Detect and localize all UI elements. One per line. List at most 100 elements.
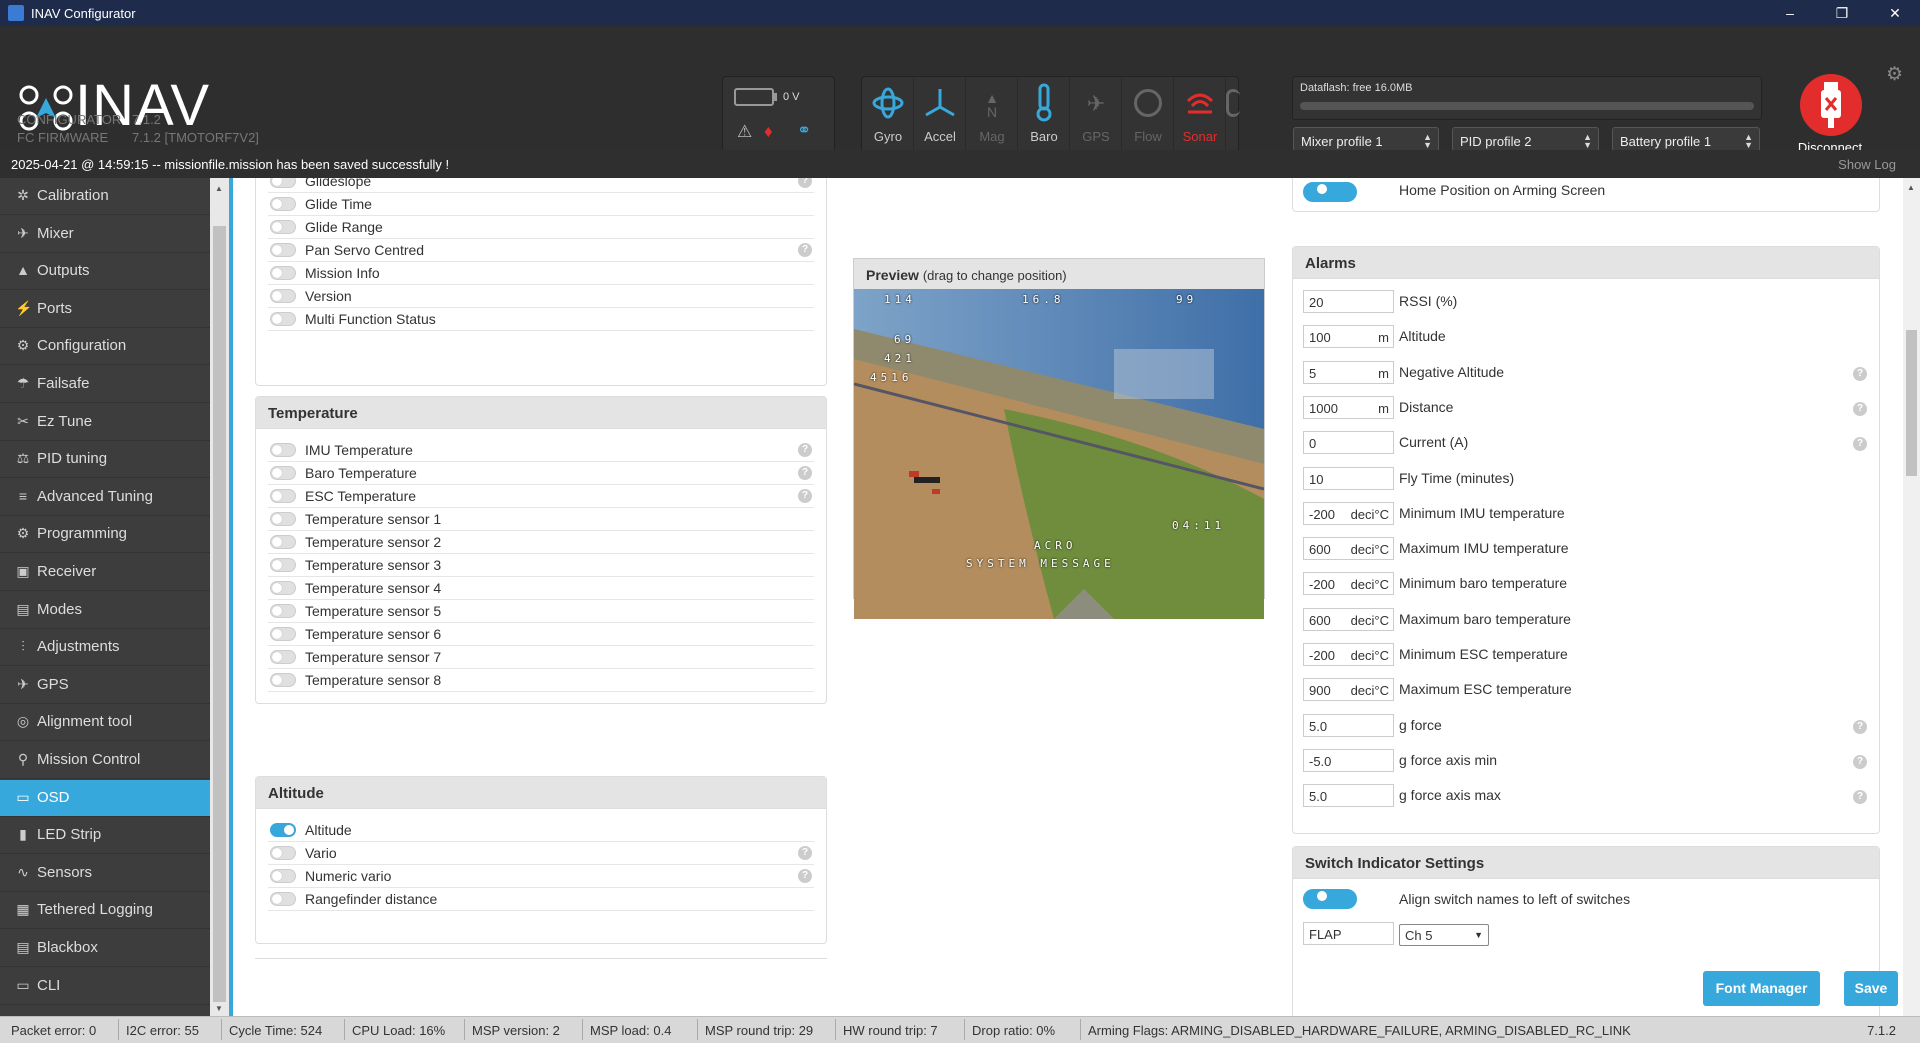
sidebar-item-label: Tethered Logging xyxy=(37,901,153,919)
sidebar-item-led-strip[interactable]: ▮ LED Strip xyxy=(0,817,210,855)
sidebar-item-mixer[interactable]: ✈ Mixer xyxy=(0,216,210,253)
content-scroll-thumb[interactable] xyxy=(1906,330,1917,476)
sidebar-item-calibration[interactable]: ✲ Calibration xyxy=(0,178,210,215)
help-icon[interactable]: ? xyxy=(798,869,812,883)
osd-element-toggle[interactable] xyxy=(270,892,296,906)
alarm-value-input[interactable]: 10 xyxy=(1303,466,1394,490)
osd-element-toggle[interactable] xyxy=(270,466,296,480)
sidebar-item-gps[interactable]: ✈ GPS xyxy=(0,667,210,704)
osd-preview[interactable]: Preview (drag to change position) 114 16… xyxy=(853,258,1265,619)
osd-element-toggle[interactable] xyxy=(270,558,296,572)
osd-preview-image[interactable]: 114 16.8 99 69 421 4516 04:11 ACRO SYSTE… xyxy=(854,289,1264,619)
osd-element-toggle[interactable] xyxy=(270,289,296,303)
alarm-value-input[interactable]: 5m xyxy=(1303,360,1394,384)
osd-element-toggle[interactable] xyxy=(270,869,296,883)
sidebar-item-outputs[interactable]: ▲ Outputs xyxy=(0,253,210,291)
osd-element-toggle[interactable] xyxy=(270,489,296,503)
osd-element-toggle[interactable] xyxy=(270,178,296,188)
osd-element-toggle[interactable] xyxy=(270,512,296,526)
alarm-value-input[interactable]: -200 deci°C xyxy=(1303,643,1394,666)
content-scrollbar[interactable]: ▲ xyxy=(1903,178,1920,1016)
close-button[interactable]: ✕ xyxy=(1880,2,1910,24)
osd-element-toggle[interactable] xyxy=(270,846,296,860)
font-manager-button[interactable]: Font Manager xyxy=(1703,971,1820,1006)
osd-element-toggle[interactable] xyxy=(270,220,296,234)
osd-element-toggle[interactable] xyxy=(270,535,296,549)
help-icon[interactable]: ? xyxy=(798,443,812,457)
home-position-toggle[interactable] xyxy=(1303,182,1357,202)
sidebar-item-label: Receiver xyxy=(37,563,97,580)
log-bar: 2025-04-21 @ 14:59:15 -- missionfile.mis… xyxy=(0,150,1920,178)
sidebar-scroll-thumb[interactable] xyxy=(213,226,226,1002)
sidebar-item-osd[interactable]: ▭ OSD xyxy=(0,779,210,817)
osd-element-toggle[interactable] xyxy=(270,243,296,257)
osd-element-toggle[interactable] xyxy=(270,627,296,641)
alarm-value-input[interactable]: 600 deci°C xyxy=(1303,537,1394,561)
sidebar-item-receiver[interactable]: ▣ Receiver xyxy=(0,554,210,591)
sidebar-item-tethered-logging[interactable]: ▦ Tethered Logging xyxy=(0,892,210,930)
sidebar-item-modes[interactable]: ▤ Modes xyxy=(0,592,210,629)
help-icon[interactable]: ? xyxy=(798,466,812,480)
alarm-value-input[interactable]: -5.0 xyxy=(1303,748,1394,772)
save-button[interactable]: Save xyxy=(1844,971,1898,1006)
help-icon[interactable]: ? xyxy=(798,243,812,257)
osd-element-toggle[interactable] xyxy=(270,604,296,618)
osd-element-toggle[interactable] xyxy=(270,673,296,687)
sidebar-item-ez-tune[interactable]: ✂ Ez Tune xyxy=(0,404,210,441)
maximize-button[interactable]: ❐ xyxy=(1827,2,1857,24)
switch-channel-select[interactable]: Ch 5 ▼ xyxy=(1399,924,1489,946)
help-icon[interactable]: ? xyxy=(798,178,812,188)
sidebar-item-failsafe[interactable]: ☂ Failsafe xyxy=(0,366,210,403)
alarm-value-input[interactable]: 20 xyxy=(1303,290,1394,313)
alarm-label: Minimum baro temperature xyxy=(1399,575,1568,592)
sidebar-item-alignment-tool[interactable]: ◎ Alignment tool xyxy=(0,704,210,742)
alarm-value-input[interactable]: 900 deci°C xyxy=(1303,678,1394,702)
alarm-row: 5.0 g force? xyxy=(1303,709,1869,744)
alarm-value-input[interactable]: 0 xyxy=(1303,431,1394,455)
osd-element-label: Glideslope xyxy=(305,178,372,189)
disconnect-button[interactable] xyxy=(1800,74,1862,136)
help-icon[interactable]: ? xyxy=(1853,754,1867,769)
sidebar-item-ports[interactable]: ⚡ Ports xyxy=(0,291,210,328)
help-icon[interactable]: ? xyxy=(798,846,812,860)
footer-status-item: HW round trip: 7 xyxy=(843,1023,938,1038)
alarm-value-input[interactable]: -200 deci°C xyxy=(1303,572,1394,596)
osd-element-toggle[interactable] xyxy=(270,266,296,280)
alarm-value-input[interactable]: 100 m xyxy=(1303,325,1394,349)
sidebar-item-blackbox[interactable]: ▤ Blackbox xyxy=(0,930,210,967)
sidebar-item-programming[interactable]: ⚙ Programming xyxy=(0,516,210,554)
sidebar-scrollbar[interactable]: ▲ ▼ xyxy=(210,178,229,1016)
osd-element-toggle[interactable] xyxy=(270,197,296,211)
sidebar-item-cli[interactable]: ▭ CLI xyxy=(0,968,210,1005)
align-switch-names-toggle[interactable] xyxy=(1303,889,1357,909)
osd-element-toggle[interactable] xyxy=(270,581,296,595)
help-icon[interactable]: ? xyxy=(1853,437,1867,452)
osd-element-toggle[interactable] xyxy=(270,650,296,664)
settings-gear-icon[interactable]: ⚙ xyxy=(1886,63,1903,86)
osd-element-toggle[interactable] xyxy=(270,312,296,326)
help-icon[interactable]: ? xyxy=(798,489,812,503)
osd-element-toggle[interactable] xyxy=(270,823,296,837)
minimize-button[interactable]: – xyxy=(1775,2,1805,24)
switch-name-input[interactable]: FLAP xyxy=(1303,922,1394,945)
osd-element-toggle[interactable] xyxy=(270,443,296,457)
help-icon[interactable]: ? xyxy=(1853,401,1867,416)
alarm-value-input[interactable]: -200 deci°C xyxy=(1303,501,1394,525)
osd-element-label: Temperature sensor 8 xyxy=(305,672,442,688)
sidebar-item-configuration[interactable]: ⚙ Configuration xyxy=(0,328,210,366)
alarm-value-input[interactable]: 5.0 xyxy=(1303,784,1394,808)
sidebar-item-pid-tuning[interactable]: ⚖ PID tuning xyxy=(0,441,210,479)
help-icon[interactable]: ? xyxy=(1853,719,1867,734)
sidebar-item-advanced-tuning[interactable]: ≡ Advanced Tuning xyxy=(0,479,210,516)
alarm-label: Negative Altitude xyxy=(1399,363,1505,380)
alarm-value-input[interactable]: 5.0 xyxy=(1303,713,1394,737)
help-icon[interactable]: ? xyxy=(1853,790,1867,805)
sidebar-item-adjustments[interactable]: ⫶ Adjustments xyxy=(0,629,210,667)
sidebar-item-mission-control[interactable]: ⚲ Mission Control xyxy=(0,742,210,779)
help-icon[interactable]: ? xyxy=(1853,366,1867,381)
home-position-label: Home Position on Arming Screen xyxy=(1399,182,1606,198)
alarm-value-input[interactable]: 1000 m xyxy=(1303,395,1394,419)
show-log-link[interactable]: Show Log xyxy=(1838,157,1896,172)
sidebar-item-sensors[interactable]: ∿ Sensors xyxy=(0,855,210,892)
alarm-value-input[interactable]: 600 deci°C xyxy=(1303,607,1394,631)
